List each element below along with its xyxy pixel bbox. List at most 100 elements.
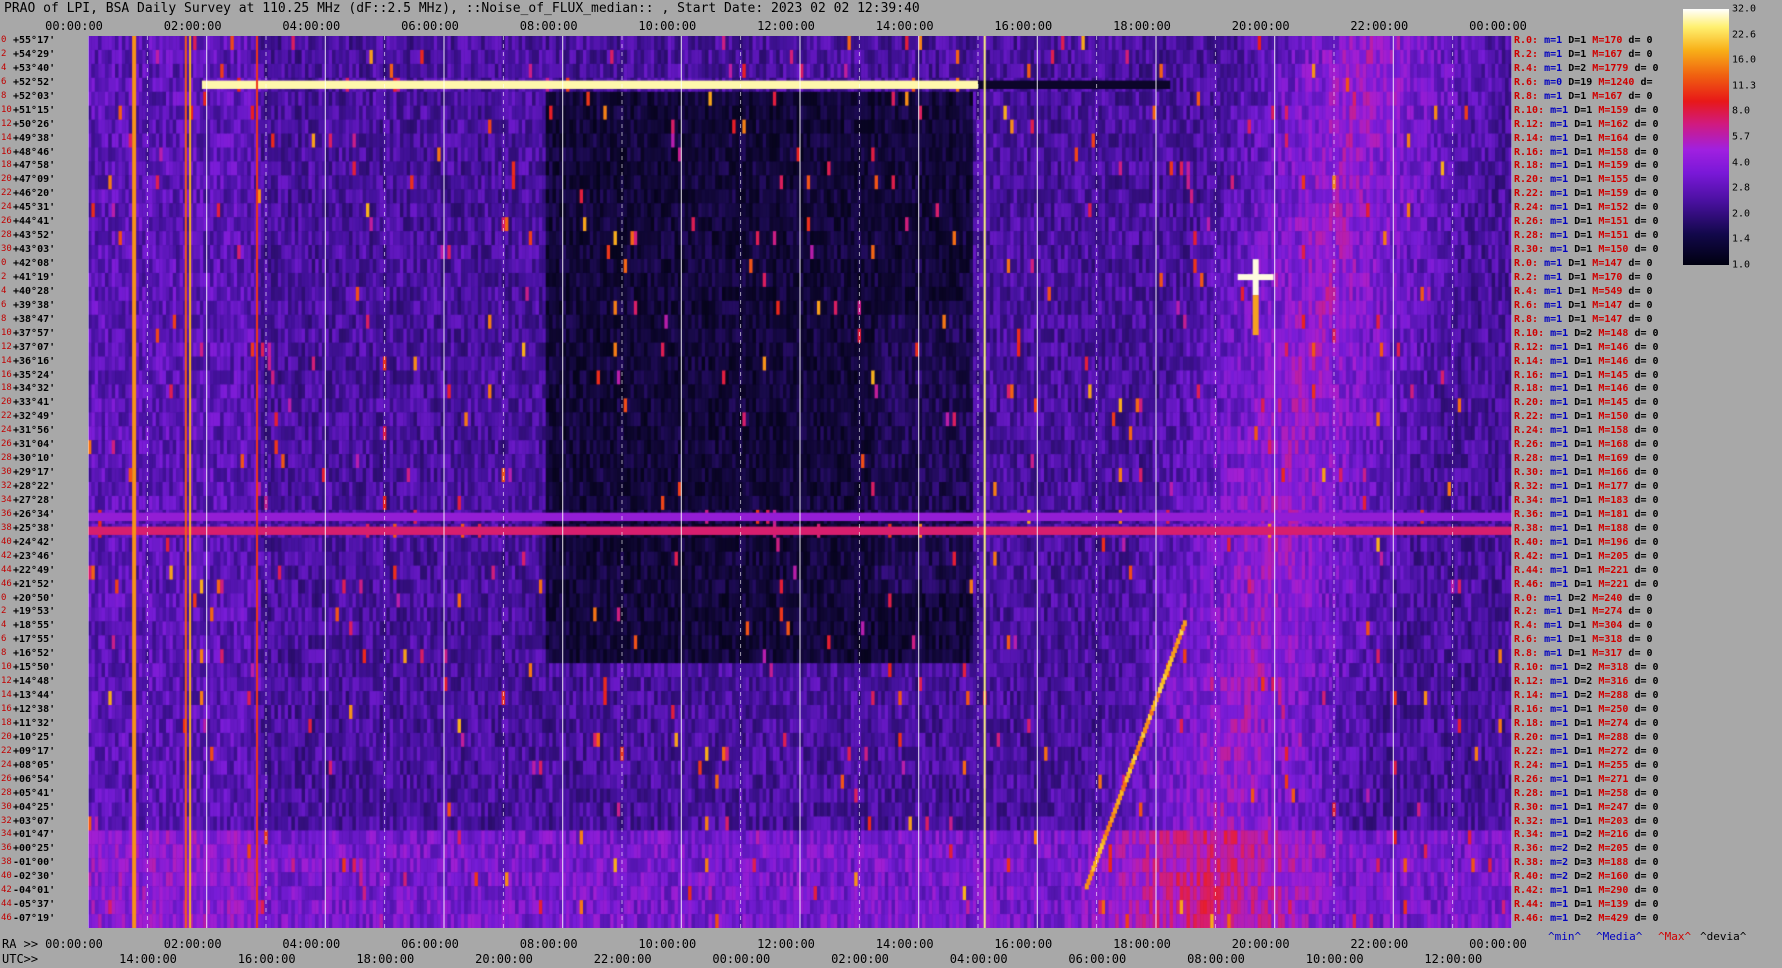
beam-stat-row: R.42: m=1 D=1 M=290 d= 0 <box>1514 885 1659 896</box>
beam-stat-row: R.4: m=1 D=1 M=549 d= 0 <box>1514 286 1653 297</box>
beam-number: 6 <box>1 299 7 310</box>
beam-stat-rd: D=1 <box>1568 104 1593 116</box>
beam-stat-rdd: d= 0 <box>1622 48 1653 60</box>
beam-stat-row: R.16: m=1 D=1 M=250 d= 0 <box>1514 704 1659 715</box>
beam-stat-rdd: d= 0 <box>1622 258 1653 269</box>
beam-stat-rM: M=288 <box>1592 690 1629 702</box>
beam-stat-rdd: d= 0 <box>1622 35 1653 46</box>
beam-number: 14 <box>1 132 12 143</box>
beam-stat-rm: m=1 <box>1544 341 1569 353</box>
utc-tick-label: 20:00:00 <box>475 952 533 966</box>
declination-label: +37°07' <box>13 341 56 353</box>
beam-number: 44 <box>1 899 12 910</box>
declination-label: +16°52' <box>13 648 56 660</box>
beam-stat-rm: m=1 <box>1544 425 1569 437</box>
beam-stat-rM: M=164 <box>1592 132 1629 144</box>
beam-stat-row: R.40: m=1 D=1 M=196 d= 0 <box>1514 537 1659 548</box>
top-tick-label: 10:00:00 <box>638 19 697 33</box>
beam-stat-rM: M=240 <box>1586 592 1623 604</box>
beam-number: 24 <box>1 425 12 436</box>
declination-label: -07°19' <box>13 913 56 925</box>
beam-number: 10 <box>1 104 12 115</box>
beam-number: 26 <box>1 439 12 450</box>
beam-stat-rM: M=148 <box>1592 327 1629 339</box>
beam-number: 38 <box>1 522 12 533</box>
beam-stat-rM: M=150 <box>1592 244 1629 256</box>
beam-stat-rM: M=146 <box>1592 383 1629 395</box>
beam-stat-row: R.20: m=1 D=1 M=145 d= 0 <box>1514 397 1659 408</box>
heatmap-plot[interactable] <box>88 36 1512 928</box>
beam-stat-row: R.16: m=1 D=1 M=158 d= 0 <box>1514 147 1659 158</box>
beam-stat-rd: D=1 <box>1568 425 1593 437</box>
beam-stat-row: R.38: m=1 D=1 M=188 d= 0 <box>1514 523 1659 534</box>
beam-stat-rn: R.14: <box>1514 132 1545 144</box>
beam-number: 18 <box>1 717 12 728</box>
beam-stat-rdd: d= 0 <box>1628 467 1659 479</box>
beam-stat-rdd: d= 0 <box>1628 481 1659 492</box>
declination-label: +31°56' <box>13 425 56 437</box>
beam-stat-rdd: d= 0 <box>1628 104 1659 116</box>
beam-stat-rm: m=1 <box>1544 467 1569 479</box>
beam-number: 0 <box>1 35 7 45</box>
beam-stat-row: R.38: m=2 D=3 M=188 d= 0 <box>1514 857 1659 868</box>
beam-number: 0 <box>1 258 7 268</box>
beam-stat-rM: M=274 <box>1586 606 1623 618</box>
beam-stat-rm: m=1 <box>1538 606 1563 618</box>
declination-label: +39°38' <box>13 299 56 311</box>
beam-stat-rm: m=1 <box>1538 313 1563 325</box>
beam-stat-rn: R.18: <box>1514 160 1545 172</box>
declination-label: +32°49' <box>13 411 56 423</box>
beam-number: 26 <box>1 216 12 227</box>
ra-tick-label: 04:00:00 <box>282 937 341 951</box>
beam-stat-rm: m=1 <box>1544 146 1569 158</box>
beam-stat-rm: m=1 <box>1544 244 1569 256</box>
declination-label: +48°46' <box>13 146 56 158</box>
beam-number: 16 <box>1 146 12 157</box>
beam-stat-rdd: d= 0 <box>1628 857 1659 869</box>
declination-label: -04°01' <box>13 885 56 897</box>
beam-stat-rn: R.34: <box>1514 494 1545 506</box>
beam-stat-rM: M=159 <box>1592 160 1629 172</box>
beam-stat-rd: D=1 <box>1568 355 1593 367</box>
beam-stat-rn: R.24: <box>1514 202 1545 214</box>
legend-devia: ^devia^ <box>1700 930 1747 943</box>
beam-number: 20 <box>1 731 12 742</box>
declination-label: +11°32' <box>13 717 56 729</box>
beam-stat-rn: R.0: <box>1514 35 1539 46</box>
top-tick-label: 00:00:00 <box>45 19 103 33</box>
beam-stat-rM: M=181 <box>1592 508 1629 520</box>
beam-stat-rn: R.26: <box>1514 773 1545 785</box>
beam-stat-rM: M=247 <box>1592 801 1629 813</box>
declination-label: +09°17' <box>13 745 56 757</box>
beam-stat-rdd: d= 0 <box>1628 425 1659 437</box>
beam-stat-row: R.0: m=1 D=1 M=147 d= 0 <box>1514 258 1653 269</box>
beam-stat-rM: M=145 <box>1592 397 1629 409</box>
beam-stat-rd: D=1 <box>1568 550 1593 562</box>
beam-stat-rd: D=1 <box>1562 35 1587 46</box>
declination-label: +45°31' <box>13 202 56 214</box>
beam-stat-rm: m=1 <box>1538 299 1563 311</box>
beam-stat-rM: M=274 <box>1592 717 1629 729</box>
top-tick-label: 04:00:00 <box>282 19 341 33</box>
beam-stat-rd: D=1 <box>1568 717 1593 729</box>
beam-stat-rm: m=1 <box>1538 634 1563 646</box>
declination-label: +00°25' <box>13 843 56 855</box>
utc-tick-label: 02:00:00 <box>831 952 889 966</box>
declination-label: +49°38' <box>13 132 56 144</box>
beam-stat-rM: M=155 <box>1592 174 1629 186</box>
colorbar-tick-label: 11.3 <box>1732 80 1757 92</box>
declination-label: +04°25' <box>13 801 56 813</box>
beam-stat-rM: M=203 <box>1592 815 1629 827</box>
beam-stat-rd: D=1 <box>1568 369 1593 381</box>
beam-stat-rdd: d= 0 <box>1628 815 1659 827</box>
colorbar-tick-label: 16.0 <box>1732 54 1757 66</box>
declination-label: +22°49' <box>13 564 56 576</box>
beam-number: 46 <box>1 578 12 589</box>
declination-label: +18°55' <box>13 620 56 632</box>
beam-stat-rd: D=2 <box>1562 62 1587 74</box>
beam-stat-rm: m=1 <box>1544 508 1569 520</box>
beam-stat-rdd: d= 0 <box>1628 397 1659 409</box>
colorbar-tick-label: 2.8 <box>1732 182 1751 194</box>
beam-stat-rm: m=1 <box>1538 35 1563 46</box>
beam-stat-rn: R.12: <box>1514 676 1545 688</box>
